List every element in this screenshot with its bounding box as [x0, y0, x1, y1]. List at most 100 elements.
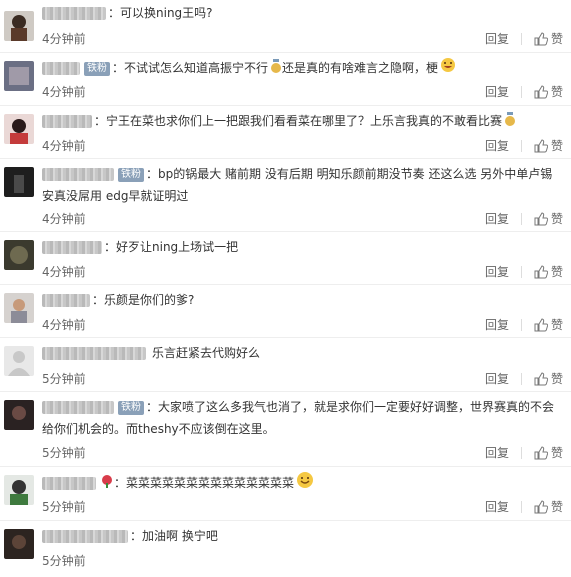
like-button[interactable]: 赞	[534, 444, 563, 461]
reply-button[interactable]: 回复	[485, 210, 509, 227]
divider	[520, 85, 522, 98]
username[interactable]	[42, 62, 80, 75]
avatar[interactable]	[4, 529, 34, 559]
divider	[520, 372, 522, 385]
reply-button[interactable]: 回复	[485, 30, 509, 47]
thumbs-up-icon	[534, 445, 548, 459]
like-button[interactable]: 赞	[534, 30, 563, 47]
comment-text-continued: 还是真的有啥难言之隐啊，梗	[282, 61, 439, 75]
reply-button[interactable]: 回复	[485, 316, 509, 333]
thumbs-up-icon	[534, 31, 548, 45]
username[interactable]	[42, 115, 92, 128]
reply-button[interactable]: 回复	[485, 370, 509, 387]
fan-badge: 铁粉	[84, 61, 110, 76]
comment-item: ：菜菜菜菜菜菜菜菜菜菜菜菜菜菜 5分钟前 回复 赞	[0, 467, 571, 521]
username[interactable]	[42, 241, 102, 254]
username[interactable]	[42, 477, 96, 490]
thumbs-up-icon	[534, 138, 548, 152]
divider	[520, 318, 522, 331]
comment-text: ：不试试怎么知道高振宁不行	[112, 61, 269, 75]
divider	[520, 212, 522, 225]
like-button[interactable]: 赞	[534, 263, 563, 280]
fan-badge: 铁粉	[118, 400, 144, 415]
like-button[interactable]: 赞	[534, 316, 563, 333]
comment-item: 乐言赶紧去代购好么 5分钟前 回复 赞	[0, 338, 571, 392]
rose-emoji-icon	[100, 473, 114, 495]
like-button[interactable]: 赞	[534, 370, 563, 387]
like-button[interactable]: 赞	[534, 498, 563, 515]
avatar[interactable]	[4, 346, 34, 376]
reply-button[interactable]: 回复	[485, 263, 509, 280]
timestamp: 4分钟前	[42, 32, 86, 46]
comment-item: 铁粉 ：不试试怎么知道高振宁不行 还是真的有啥难言之隐啊，梗 4分钟前 回复 赞	[0, 53, 571, 106]
avatar[interactable]	[4, 240, 34, 270]
reply-button[interactable]: 回复	[485, 498, 509, 515]
thumbs-up-icon	[534, 211, 548, 225]
thumbs-up-icon	[534, 264, 548, 278]
smile-emoji-icon	[296, 471, 314, 496]
divider	[520, 139, 522, 152]
divider	[520, 265, 522, 278]
username[interactable]	[42, 530, 128, 543]
bottle-emoji-icon	[270, 58, 282, 80]
timestamp: 5分钟前	[42, 372, 86, 386]
like-label: 赞	[550, 212, 563, 226]
like-label: 赞	[550, 318, 563, 332]
timestamp: 4分钟前	[42, 212, 86, 226]
comment-item: ：乐颜是你们的爹? 4分钟前 回复 赞	[0, 285, 571, 338]
avatar[interactable]	[4, 114, 34, 144]
comment-text: ：菜菜菜菜菜菜菜菜菜菜菜菜菜菜	[114, 476, 295, 490]
comment-text: ：加油啊 换宁吧	[130, 529, 218, 543]
timestamp: 4分钟前	[42, 318, 86, 332]
avatar[interactable]	[4, 293, 34, 323]
comment-text: ：好歹让ning上场试一把	[104, 240, 239, 254]
like-button[interactable]: 赞	[534, 210, 563, 227]
thumbs-up-icon	[534, 317, 548, 331]
reply-button[interactable]: 回复	[485, 137, 509, 154]
like-label: 赞	[550, 85, 563, 99]
comment-text: ：可以换ning王吗?	[108, 6, 213, 20]
timestamp: 4分钟前	[42, 139, 86, 153]
like-button[interactable]: 赞	[534, 137, 563, 154]
thumbs-up-icon	[534, 499, 548, 513]
comment-text: ：乐颜是你们的爹?	[92, 293, 195, 307]
comment-item: ：可以换ning王吗? 4分钟前 回复 赞	[0, 0, 571, 53]
comment-item: ：好歹让ning上场试一把 4分钟前 回复 赞	[0, 232, 571, 285]
like-label: 赞	[550, 446, 563, 460]
avatar[interactable]	[4, 475, 34, 505]
fan-badge: 铁粉	[118, 167, 144, 182]
avatar[interactable]	[4, 400, 34, 430]
divider	[520, 500, 522, 513]
like-label: 赞	[550, 32, 563, 46]
timestamp: 5分钟前	[42, 500, 86, 514]
username[interactable]	[42, 294, 90, 307]
laughing-emoji-icon	[440, 57, 456, 80]
comment-item: ：宁王在菜也求你们上一把跟我们看看菜在哪里了？上乐言我真的不敢看比赛 4分钟前 …	[0, 106, 571, 159]
reply-button[interactable]: 回复	[485, 444, 509, 461]
thumbs-up-icon	[534, 371, 548, 385]
username[interactable]	[42, 347, 146, 360]
timestamp: 5分钟前	[42, 446, 86, 460]
like-label: 赞	[550, 139, 563, 153]
comment-text: ：宁王在菜也求你们上一把跟我们看看菜在哪里了？上乐言我真的不敢看比赛	[94, 114, 503, 128]
bottle-emoji-icon	[504, 111, 516, 133]
like-label: 赞	[550, 372, 563, 386]
avatar[interactable]	[4, 61, 34, 91]
timestamp: 4分钟前	[42, 85, 86, 99]
timestamp: 5分钟前	[42, 554, 86, 568]
divider	[520, 32, 522, 45]
comment-item: 铁粉 ：bp的锅最大 赌前期 没有后期 明知乐颜前期没节奏 还这么选 另外中单卢锡…	[0, 159, 571, 232]
comment-text: 乐言赶紧去代购好么	[152, 346, 261, 360]
like-button[interactable]: 赞	[534, 83, 563, 100]
thumbs-up-icon	[534, 84, 548, 98]
username[interactable]	[42, 168, 114, 181]
timestamp: 4分钟前	[42, 265, 86, 279]
avatar[interactable]	[4, 167, 34, 197]
avatar[interactable]	[4, 11, 34, 41]
username[interactable]	[42, 7, 106, 20]
reply-button[interactable]: 回复	[485, 83, 509, 100]
like-label: 赞	[550, 500, 563, 514]
username[interactable]	[42, 401, 114, 414]
comment-item: 铁粉 ：大家喷了这么多我气也消了，就是求你们一定要好好调整，世界赛真的不会给你们机…	[0, 392, 571, 467]
comment-item: ：加油啊 换宁吧 5分钟前	[0, 521, 571, 577]
